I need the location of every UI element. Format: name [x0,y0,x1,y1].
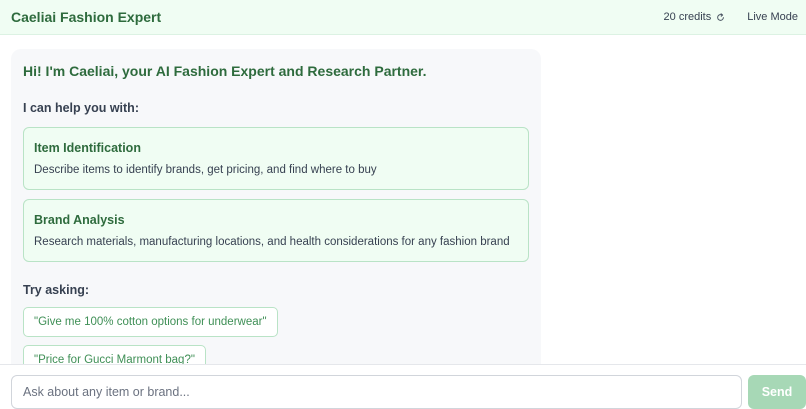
capability-card-brand-analysis: Brand Analysis Research materials, manuf… [23,199,529,262]
send-button[interactable]: Send [748,375,806,409]
suggestion-row: "Price for Gucci Marmont bag?" [23,337,529,364]
try-asking-label: Try asking: [23,283,89,297]
greeting-text: Hi! I'm Caeliai, your AI Fashion Expert … [23,63,427,79]
capability-title: Brand Analysis [34,213,125,227]
credits-text: 20 credits [663,11,712,23]
assistant-message: Hi! I'm Caeliai, your AI Fashion Expert … [11,49,541,364]
chat-input[interactable] [11,375,742,409]
capability-description: Describe items to identify brands, get p… [34,164,377,176]
chat-area[interactable]: Hi! I'm Caeliai, your AI Fashion Expert … [0,36,806,364]
capability-title: Item Identification [34,141,141,155]
suggestion-chip-cotton[interactable]: "Give me 100% cotton options for underwe… [23,307,278,337]
suggestion-chip-gucci[interactable]: "Price for Gucci Marmont bag?" [23,345,206,364]
credits-indicator[interactable]: 20 credits [664,11,726,23]
composer-bar: Send [0,364,806,409]
mode-toggle[interactable]: Live Mode [747,11,798,23]
suggestion-row: "Give me 100% cotton options for underwe… [23,298,529,337]
header-right: 20 credits Live Mode [664,11,798,23]
app-window: Caeliai Fashion Expert 20 credits Live M… [0,0,806,409]
help-label: I can help you with: [23,101,139,115]
app-header: Caeliai Fashion Expert 20 credits Live M… [0,0,806,35]
app-title: Caeliai Fashion Expert [11,9,162,25]
refresh-icon[interactable] [716,12,725,22]
capability-description: Research materials, manufacturing locati… [34,236,510,248]
capability-card-item-identification: Item Identification Describe items to id… [23,127,529,190]
